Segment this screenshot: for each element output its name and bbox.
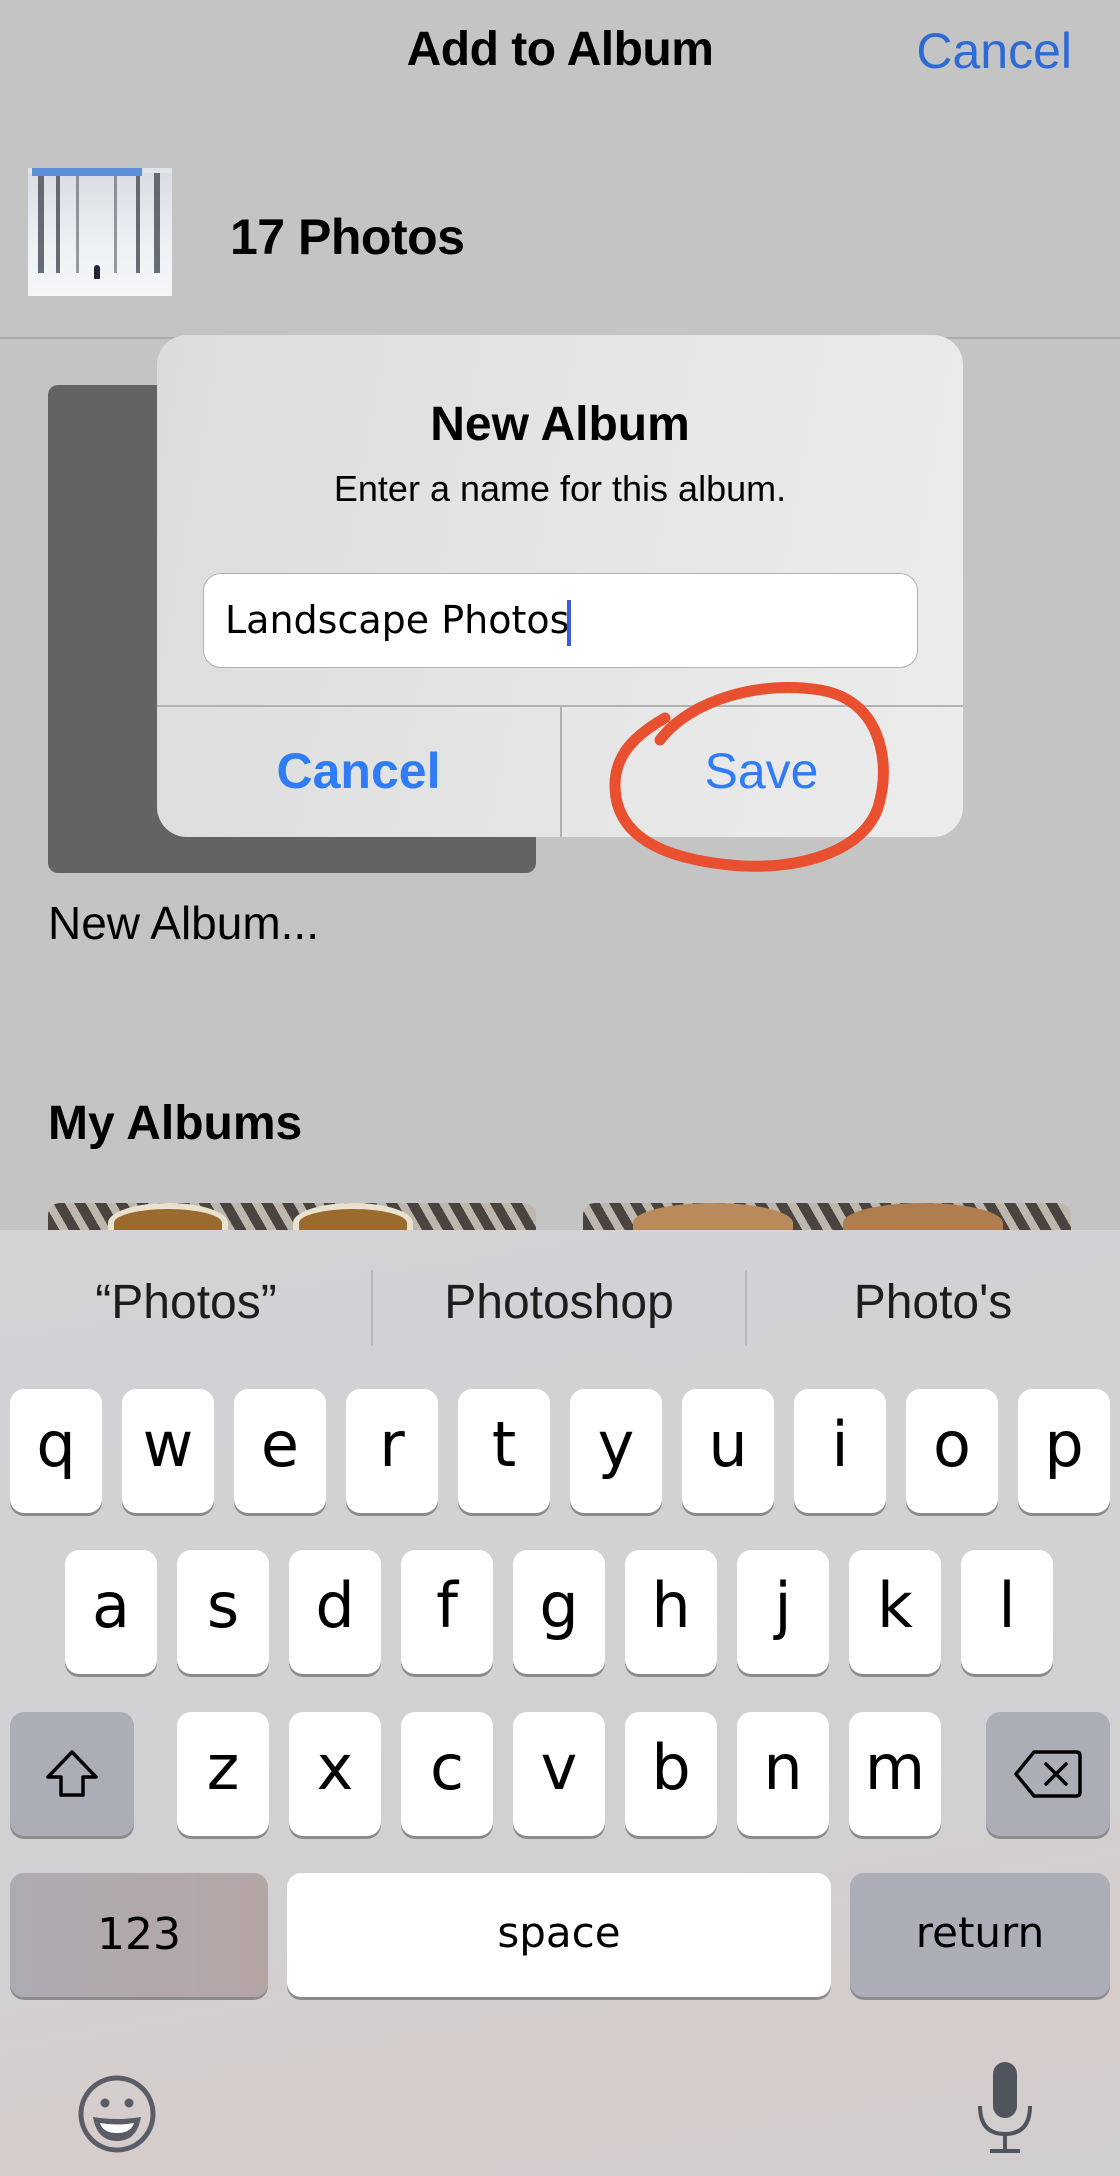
dialog-message: Enter a name for this album. xyxy=(333,468,787,509)
key-m[interactable]: m xyxy=(849,1712,941,1836)
key-u[interactable]: u xyxy=(682,1389,774,1513)
key-b[interactable]: b xyxy=(625,1712,717,1836)
key-f[interactable]: f xyxy=(401,1550,493,1674)
key-j[interactable]: j xyxy=(737,1550,829,1674)
key-n[interactable]: n xyxy=(737,1712,829,1836)
selected-photos-thumbnail xyxy=(28,168,172,296)
shift-key[interactable] xyxy=(10,1712,134,1836)
key-z[interactable]: z xyxy=(177,1712,269,1836)
key-k[interactable]: k xyxy=(849,1550,941,1674)
nav-cancel-button[interactable]: Cancel xyxy=(916,22,1072,80)
album-name-value: Landscape Photos xyxy=(225,598,570,642)
key-d[interactable]: d xyxy=(289,1550,381,1674)
key-y[interactable]: y xyxy=(570,1389,662,1513)
new-album-label[interactable]: New Album... xyxy=(48,896,319,950)
key-p[interactable]: p xyxy=(1018,1389,1110,1513)
suggestion-item[interactable]: Photo's xyxy=(746,1275,1120,1330)
key-s[interactable]: s xyxy=(177,1550,269,1674)
numbers-key[interactable]: 123 xyxy=(10,1873,268,1997)
shift-icon xyxy=(46,1750,98,1797)
dialog-title: New Album xyxy=(430,398,690,451)
suggestion-item[interactable]: “Photos” xyxy=(0,1275,372,1330)
emoji-icon[interactable] xyxy=(76,2073,158,2155)
delete-key[interactable] xyxy=(986,1712,1110,1836)
key-c[interactable]: c xyxy=(401,1712,493,1836)
key-e[interactable]: e xyxy=(234,1389,326,1513)
album-thumbnail[interactable] xyxy=(583,1203,1071,1230)
key-a[interactable]: a xyxy=(65,1550,157,1674)
person-figure xyxy=(94,265,100,279)
key-r[interactable]: r xyxy=(346,1389,438,1513)
dialog-cancel-button[interactable]: Cancel xyxy=(157,705,560,837)
suggestion-item[interactable]: Photoshop xyxy=(372,1275,746,1330)
thumbnail-top-bar xyxy=(32,168,142,176)
album-thumbnail[interactable] xyxy=(48,1203,536,1230)
dialog-save-button[interactable]: Save xyxy=(560,705,963,837)
key-v[interactable]: v xyxy=(513,1712,605,1836)
key-i[interactable]: i xyxy=(794,1389,886,1513)
key-w[interactable]: w xyxy=(122,1389,214,1513)
album-name-input[interactable]: Landscape Photos xyxy=(203,573,918,668)
text-caret xyxy=(567,599,572,646)
my-albums-heading: My Albums xyxy=(48,1097,303,1150)
key-t[interactable]: t xyxy=(458,1389,550,1513)
key-o[interactable]: o xyxy=(906,1389,998,1513)
return-key[interactable]: return xyxy=(850,1873,1110,1997)
snow-scene-image xyxy=(28,173,172,296)
key-q[interactable]: q xyxy=(10,1389,102,1513)
photo-count-label: 17 Photos xyxy=(230,209,465,265)
delete-icon xyxy=(1014,1750,1082,1798)
keyboard: “Photos” Photoshop Photo's qwertyuiop as… xyxy=(0,1230,1120,2176)
key-h[interactable]: h xyxy=(625,1550,717,1674)
space-key[interactable]: space xyxy=(287,1873,831,1997)
new-album-dialog: New Album Enter a name for this album. L… xyxy=(157,335,963,837)
key-l[interactable]: l xyxy=(961,1550,1053,1674)
microphone-icon[interactable] xyxy=(970,2060,1040,2156)
key-x[interactable]: x xyxy=(289,1712,381,1836)
key-g[interactable]: g xyxy=(513,1550,605,1674)
